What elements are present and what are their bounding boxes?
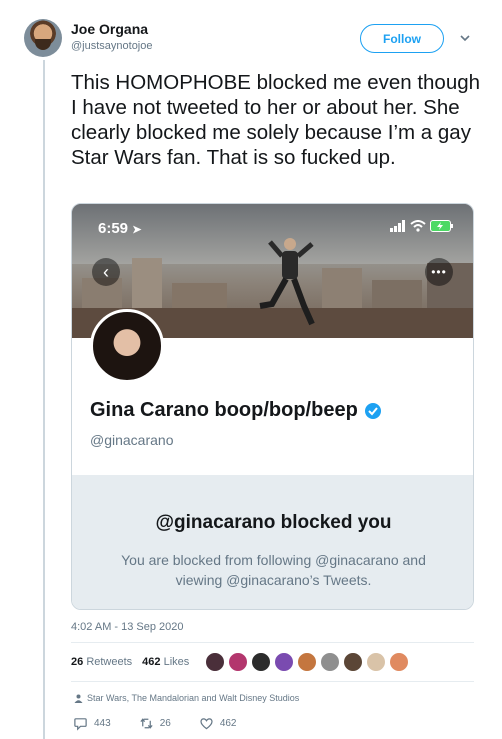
tweet-timestamp[interactable]: 4:02 AM - 13 Sep 2020 <box>71 621 184 633</box>
liker-avatar[interactable] <box>274 652 294 672</box>
liker-avatar[interactable] <box>205 652 225 672</box>
blocked-notice-panel: @ginacarano blocked you You are blocked … <box>72 475 473 609</box>
liker-avatar[interactable] <box>320 652 340 672</box>
likes-stat[interactable]: 462 Likes <box>142 656 189 668</box>
heart-icon <box>200 718 213 730</box>
verified-badge-icon <box>364 402 381 419</box>
liker-avatar[interactable] <box>343 652 363 672</box>
back-button[interactable]: ‹ <box>92 258 120 286</box>
profile-name: Gina Carano boop/bop/beep <box>90 399 382 422</box>
author-handle[interactable]: @justsaynotojoe <box>71 40 153 52</box>
liker-avatar[interactable] <box>366 652 386 672</box>
blocked-description: You are blocked from following @ginacara… <box>121 552 426 588</box>
blocked-title: @ginacarano blocked you <box>155 512 392 533</box>
author-avatar[interactable] <box>24 19 62 57</box>
person-icon <box>74 694 83 703</box>
liker-avatar[interactable] <box>251 652 271 672</box>
follow-button[interactable]: Follow <box>360 24 444 53</box>
wifi-icon <box>410 220 426 232</box>
liker-avatar[interactable] <box>297 652 317 672</box>
tweet-stats: 26 Retweets 462 Likes <box>71 656 189 668</box>
signal-icon <box>390 220 405 232</box>
tweet-context: Star Wars, The Mandalorian and Walt Disn… <box>74 693 299 703</box>
liker-avatars <box>205 652 409 672</box>
profile-picture <box>90 309 164 383</box>
author-display-name[interactable]: Joe Organa <box>71 21 148 37</box>
status-bar-icons <box>390 220 454 232</box>
liker-avatar[interactable] <box>228 652 248 672</box>
reply-icon <box>74 718 87 731</box>
like-action[interactable]: 462 <box>199 716 237 731</box>
more-options-button[interactable]: ••• <box>425 258 453 286</box>
battery-charging-icon <box>430 220 453 232</box>
divider <box>71 681 474 682</box>
tweet-actions: 443 26 462 <box>73 716 237 731</box>
retweet-icon <box>140 718 153 729</box>
retweets-stat[interactable]: 26 Retweets <box>71 656 132 668</box>
reply-count: 443 <box>94 718 111 729</box>
tweet-text: This HOMOPHOBE blocked me even though I … <box>71 71 481 169</box>
tweet-media-screenshot[interactable]: 6:59 ➤ ‹ ••• Gina Carano boop/bop/beep @… <box>71 203 474 610</box>
profile-handle: @ginacarano <box>90 432 174 448</box>
location-arrow-icon: ➤ <box>132 224 142 236</box>
retweet-action[interactable]: 26 <box>139 716 171 731</box>
status-bar-time: 6:59 ➤ <box>98 220 142 237</box>
liker-avatar[interactable] <box>389 652 409 672</box>
retweet-count: 26 <box>159 718 171 729</box>
chevron-down-icon[interactable] <box>458 31 472 45</box>
jumping-person-image <box>259 238 315 326</box>
like-count: 462 <box>219 718 237 729</box>
thread-line <box>43 60 45 739</box>
reply-action[interactable]: 443 <box>73 716 111 731</box>
divider <box>71 642 474 643</box>
